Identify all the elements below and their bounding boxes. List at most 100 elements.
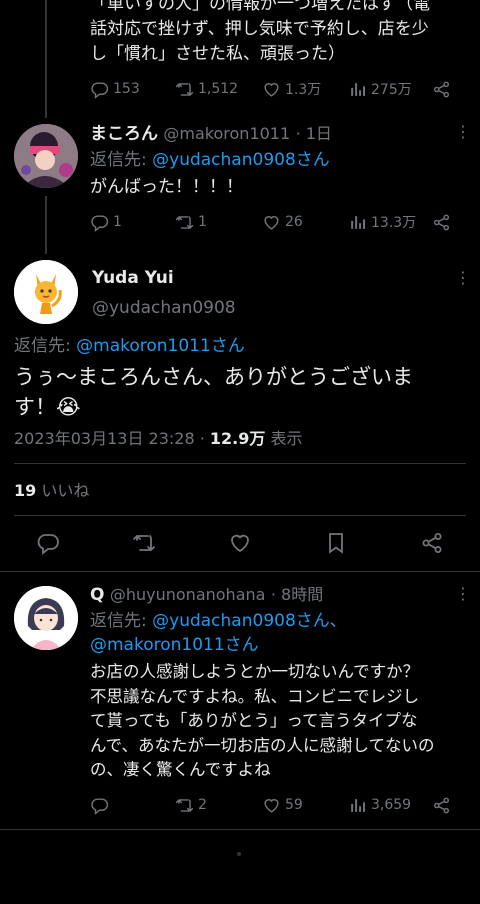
- tweet-header: まころん @makoron1011 · 1日: [90, 123, 332, 145]
- bookmark-icon: [324, 531, 348, 555]
- reply-count: 153: [113, 81, 140, 97]
- avatar[interactable]: [14, 260, 78, 324]
- timestamp[interactable]: · 1日: [296, 124, 332, 143]
- loading-indicator: [237, 852, 241, 856]
- reply-count: 1: [113, 214, 122, 230]
- divider: [0, 571, 480, 572]
- display-name[interactable]: Q: [90, 585, 104, 605]
- like-count: 26: [285, 214, 303, 230]
- timestamp[interactable]: · 8時間: [271, 585, 323, 604]
- reply-to-link[interactable]: @makoron1011さん: [90, 635, 259, 655]
- heart-icon: [262, 796, 281, 815]
- text-line: 話対応で挫けず、押し気味で予約し、店を少: [90, 19, 429, 39]
- text-line: の、凄く驚くんですよね: [90, 760, 271, 779]
- more-options-icon[interactable]: ⋮: [455, 124, 471, 140]
- main-actions: [0, 528, 480, 558]
- divider: [0, 829, 480, 830]
- avatar-q-icon: [14, 586, 78, 650]
- retweet-count: 1: [198, 214, 207, 230]
- text-line: お店の人感謝しようとか一切ないんですか？: [90, 662, 420, 681]
- heart-icon: [262, 213, 281, 232]
- like-button[interactable]: 59: [262, 790, 303, 820]
- handle[interactable]: @yudachan0908: [92, 296, 236, 320]
- reply-icon: [90, 796, 109, 815]
- more-options-icon[interactable]: ⋮: [455, 586, 471, 602]
- share-icon: [432, 796, 451, 815]
- share-icon: [420, 531, 444, 555]
- share-button[interactable]: [432, 74, 451, 104]
- like-count: 1.3万: [285, 82, 322, 98]
- likes-summary[interactable]: 19 いいね: [14, 479, 89, 503]
- reply-to-label: 返信先:: [90, 611, 153, 631]
- avatar[interactable]: [14, 124, 78, 188]
- reply-to-line: 返信先: @yudachan0908さん、 @makoron1011さん: [90, 609, 470, 657]
- retweet-count: 2: [198, 797, 207, 813]
- like-button[interactable]: [228, 528, 252, 558]
- retweet-icon: [175, 213, 194, 232]
- views-count: 12.9万: [209, 429, 266, 448]
- reply-to-label: 返信先:: [90, 150, 153, 170]
- avatar-yuda-icon: [14, 260, 78, 324]
- retweet-count: 1,512: [198, 81, 239, 97]
- reply-to-link[interactable]: @yudachan0908さん: [152, 150, 330, 170]
- divider: [14, 515, 466, 516]
- display-name[interactable]: Yuda Yui: [92, 266, 174, 290]
- tweet-meta: 2023年03月13日 23:28 · 12.9万 表示: [14, 427, 302, 451]
- reply-button[interactable]: [90, 790, 113, 820]
- avatar-makoron-icon: [14, 124, 78, 188]
- top-tweet-text: 「車いすの人」の情報が一つ増えたはず（電 話対応で挫けず、押し気味で予約し、店を…: [90, 0, 470, 67]
- heart-icon: [228, 531, 252, 555]
- tweet-text: がんばった！！！！: [90, 177, 243, 197]
- reply-button[interactable]: 1: [90, 207, 122, 237]
- bar-chart-icon: [348, 213, 367, 232]
- reply-icon: [36, 531, 60, 555]
- bar-chart-icon: [348, 796, 367, 815]
- reply-to-label: 返信先:: [14, 336, 77, 356]
- handle[interactable]: @huyunonanohana: [110, 585, 266, 604]
- share-button[interactable]: [432, 790, 451, 820]
- reply-icon: [90, 80, 109, 99]
- views-button[interactable]: 3,659: [348, 790, 411, 820]
- text-line: 「車いすの人」の情報が一つ増えたはず（電: [90, 0, 430, 14]
- views-button[interactable]: 13.3万: [348, 207, 416, 237]
- retweet-icon: [175, 80, 194, 99]
- retweet-icon: [175, 796, 194, 815]
- reply-button[interactable]: [36, 528, 60, 558]
- reply1-actions: 1 1 26 13.3万: [0, 207, 480, 237]
- share-button[interactable]: [420, 528, 444, 558]
- reply-to-link[interactable]: @makoron1011さん: [76, 336, 245, 356]
- reply-button[interactable]: 153: [90, 74, 140, 104]
- reply-to-link[interactable]: @yudachan0908さん、: [152, 611, 347, 631]
- more-options-icon[interactable]: ⋮: [455, 270, 471, 286]
- tweet-header: Q @huyunonanohana · 8時間: [90, 584, 323, 606]
- views-count: 275万: [371, 82, 412, 98]
- views-button[interactable]: 275万: [348, 74, 412, 104]
- top-tweet-actions: 153 1,512 1.3万 275万: [0, 74, 480, 104]
- retweet-icon: [132, 531, 156, 555]
- retweet-button[interactable]: 1: [175, 207, 207, 237]
- text-line: 不思議なんですよね。私、コンビニでレジし: [90, 686, 420, 706]
- text-line: て貰っても「ありがとう」って言うタイプな: [90, 711, 418, 730]
- retweet-button[interactable]: [132, 528, 156, 558]
- text-line: す！😭: [14, 395, 81, 419]
- share-icon: [432, 213, 451, 232]
- text-line: うぅ〜まころんさん、ありがとうございま: [14, 365, 413, 389]
- like-button[interactable]: 26: [262, 207, 303, 237]
- views-count: 13.3万: [371, 215, 417, 231]
- reply-to-line: 返信先: @makoron1011さん: [14, 333, 245, 359]
- handle[interactable]: @makoron1011: [163, 124, 290, 143]
- likes-label: いいね: [36, 481, 90, 500]
- timestamp[interactable]: 2023年03月13日 23:28 ·: [14, 429, 210, 448]
- retweet-button[interactable]: 2: [175, 790, 207, 820]
- share-button[interactable]: [432, 207, 451, 237]
- bar-chart-icon: [348, 80, 367, 99]
- display-name[interactable]: まころん: [90, 124, 158, 144]
- share-icon: [432, 80, 451, 99]
- reply-icon: [90, 213, 109, 232]
- avatar[interactable]: [14, 586, 78, 650]
- reply2-actions: 2 59 3,659: [0, 790, 480, 820]
- like-button[interactable]: 1.3万: [262, 74, 321, 104]
- tweet-text: お店の人感謝しようとか一切ないんですか？ 不思議なんですよね。私、コンビニでレジ…: [90, 660, 470, 783]
- retweet-button[interactable]: 1,512: [175, 74, 238, 104]
- bookmark-button[interactable]: [324, 528, 348, 558]
